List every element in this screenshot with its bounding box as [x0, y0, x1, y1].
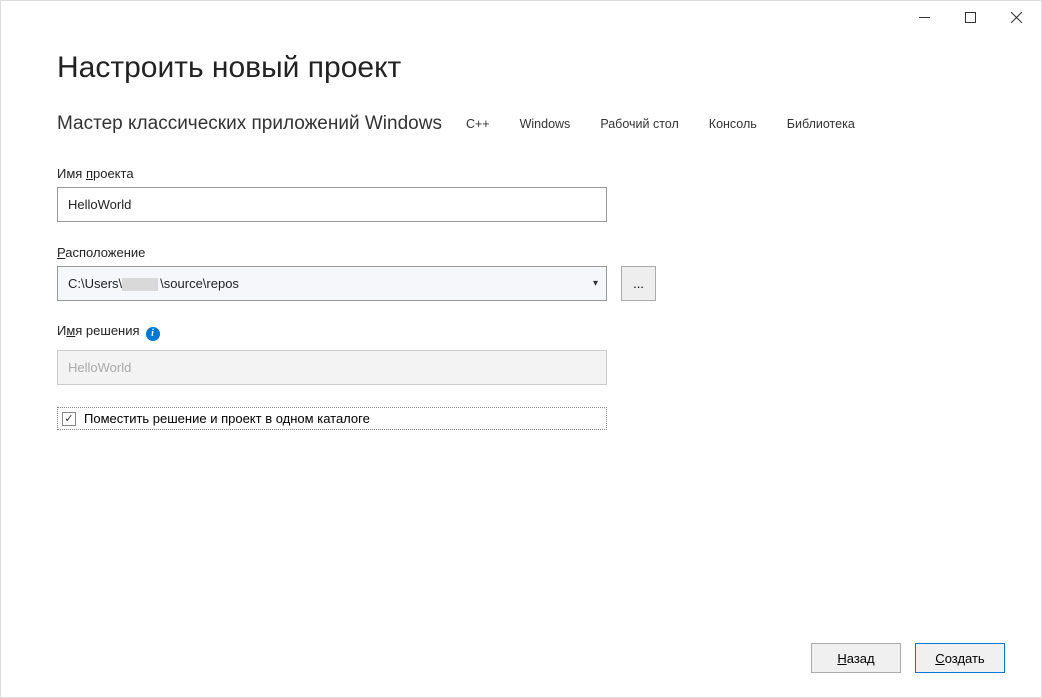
window-titlebar [1, 1, 1041, 33]
solution-name-label: Имя решения [57, 323, 140, 338]
solution-name-input: HelloWorld [57, 350, 607, 385]
chevron-down-icon: ▾ [593, 278, 598, 289]
same-directory-label: Поместить решение и проект в одном катал… [84, 411, 370, 426]
project-name-group: Имя проекта [57, 165, 985, 222]
solution-name-group: Имя решения i HelloWorld [57, 323, 985, 385]
close-icon [1011, 12, 1022, 23]
back-button[interactable]: Назад [811, 643, 901, 673]
minimize-button[interactable] [901, 2, 947, 32]
dialog-footer: Назад Создать [811, 643, 1005, 673]
dialog-content: Настроить новый проект Мастер классическ… [1, 33, 1041, 430]
tag-library: Библиотека [781, 115, 861, 133]
subtitle-row: Мастер классических приложений Windows C… [57, 113, 985, 135]
location-combobox[interactable]: C:\Users\\source\repos ▾ [57, 266, 607, 301]
same-directory-checkbox[interactable]: ✓ [62, 412, 76, 426]
username-redacted [122, 278, 158, 291]
page-title: Настроить новый проект [57, 51, 985, 85]
info-icon[interactable]: i [146, 327, 160, 341]
tag-cpp: C++ [460, 115, 496, 133]
location-value: C:\Users\\source\repos [68, 276, 593, 291]
maximize-icon [965, 12, 976, 23]
tag-windows: Windows [514, 115, 577, 133]
create-button[interactable]: Создать [915, 643, 1005, 673]
minimize-icon [919, 12, 930, 23]
location-group: Расположение C:\Users\\source\repos ▾ ..… [57, 244, 985, 301]
same-directory-checkbox-row[interactable]: ✓ Поместить решение и проект в одном кат… [57, 407, 607, 430]
location-label: Расположение [57, 245, 145, 260]
browse-button[interactable]: ... [621, 266, 656, 301]
template-subtitle: Мастер классических приложений Windows [57, 113, 442, 135]
tag-console: Консоль [703, 115, 763, 133]
tag-desktop: Рабочий стол [594, 115, 684, 133]
project-name-input[interactable] [57, 187, 607, 222]
maximize-button[interactable] [947, 2, 993, 32]
close-button[interactable] [993, 2, 1039, 32]
project-name-label: Имя проекта [57, 166, 134, 181]
